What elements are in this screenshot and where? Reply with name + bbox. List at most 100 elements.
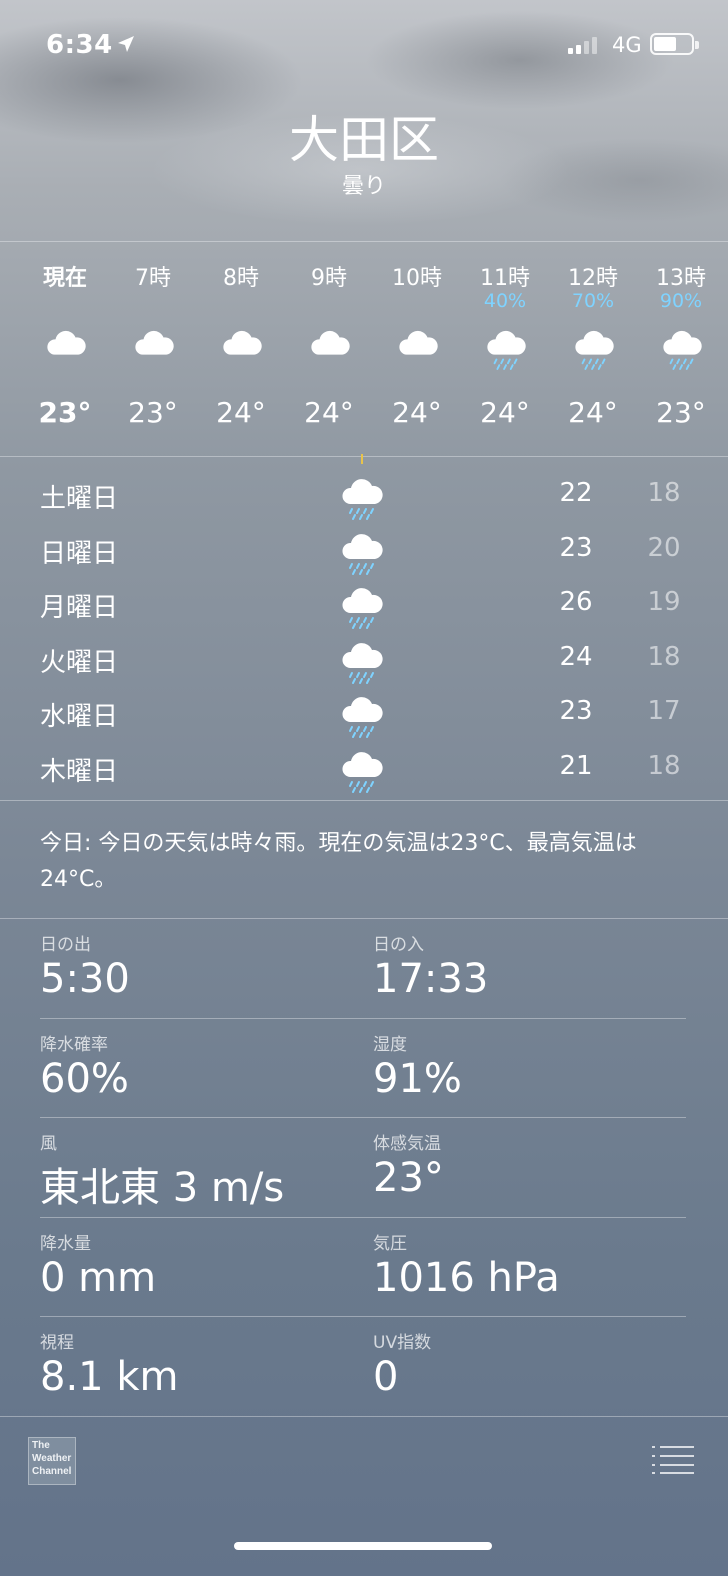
cloud-rain-icon [575, 330, 614, 370]
divider [0, 456, 728, 457]
hour-precip-chance: 70% [571, 290, 615, 312]
cloud-rain-icon [342, 533, 383, 575]
cellular-signal-icon [568, 36, 597, 54]
hour-temp: 24° [480, 396, 530, 429]
detail-cell: 湿度 91% [373, 1026, 693, 1124]
detail-cell: 日の入 17:33 [373, 926, 693, 1024]
city-name: 大田区 [289, 111, 439, 169]
hour-label: 現在 [42, 266, 87, 291]
network-type: 4G [612, 33, 642, 57]
daily-row: 月曜日 26 19 [0, 579, 728, 633]
day-high: 26 [559, 587, 593, 617]
detail-value: 0 [373, 1354, 399, 1400]
detail-label: 日の入 [373, 935, 424, 955]
day-low: 18 [647, 750, 681, 781]
day-low: 19 [647, 587, 681, 617]
day-high: 21 [559, 750, 593, 781]
hour-temp: 24° [216, 396, 266, 429]
day-high: 24 [559, 641, 593, 672]
hourly-forecast[interactable]: 現在 23° 7時 23° 8時 24° 9時 24° 10時 24° 11時 40% 24° 12時 70… [20, 244, 728, 456]
detail-cell: 視程 8.1 km [40, 1324, 360, 1422]
detail-value: 5:30 [40, 956, 130, 1002]
detail-label: UV指数 [373, 1333, 432, 1353]
detail-value: 1016 hPa [373, 1254, 560, 1301]
cloud-icon [399, 330, 438, 355]
detail-label: 体感気温 [373, 1134, 441, 1154]
location-arrow-icon [118, 36, 134, 52]
day-name: 月曜日 [40, 593, 119, 623]
detail-cell: 風東北東 3 m/s [40, 1125, 360, 1223]
detail-label: 降水確率 [40, 1034, 108, 1055]
day-high: 23 [559, 532, 593, 563]
hour-temp: 24° [304, 396, 354, 429]
detail-value: 91% [373, 1055, 462, 1102]
status-time: 6:34 [46, 30, 113, 60]
detail-divider [40, 1216, 686, 1218]
daily-row: 火曜日 24 18 [0, 634, 728, 688]
detail-cell: 降水量 0 mm [40, 1225, 360, 1323]
detail-value: 23° [373, 1155, 444, 1201]
current-condition: 曇り [341, 174, 386, 199]
day-name: 水曜日 [40, 702, 119, 732]
hour-temp: 23° [656, 396, 706, 429]
day-low: 17 [647, 696, 681, 726]
day-name: 火曜日 [40, 647, 119, 678]
divider [0, 241, 728, 242]
detail-divider [40, 1117, 686, 1118]
cloud-rain-icon [487, 330, 526, 370]
hour-label: 11時 [480, 266, 530, 291]
detail-label: 降水量 [40, 1233, 91, 1254]
daily-row: 木曜日 21 18 [0, 743, 728, 797]
divider [0, 800, 728, 801]
cloud-rain-icon [342, 642, 383, 684]
day-high: 22 [559, 478, 593, 508]
detail-label: 湿度 [373, 1034, 407, 1055]
hour-temp: 24° [392, 396, 442, 429]
battery-icon [650, 33, 699, 55]
cloud-rain-icon [342, 479, 383, 520]
divider [0, 1416, 728, 1417]
hour-label: 12時 [568, 266, 618, 291]
cloud-icon [311, 330, 350, 355]
detail-label: 風 [40, 1134, 57, 1154]
cloud-rain-icon [663, 330, 702, 370]
detail-value: 0 mm [40, 1254, 157, 1301]
day-name: 木曜日 [40, 756, 119, 787]
detail-label: 視程 [40, 1333, 74, 1353]
day-high: 23 [559, 696, 593, 726]
cloud-icon [135, 330, 174, 355]
hour-label: 13時 [656, 266, 706, 291]
day-low: 20 [647, 532, 681, 563]
daily-row: 土曜日 22 18 [0, 470, 728, 524]
hour-label: 10時 [392, 266, 442, 291]
detail-divider [40, 1316, 686, 1317]
weather-channel-logo[interactable]: The Weather Channel [28, 1437, 76, 1485]
detail-value: 17:33 [373, 956, 489, 1002]
detail-value: 8.1 km [40, 1354, 179, 1400]
cloud-icon [47, 330, 86, 355]
day-name: 土曜日 [40, 484, 119, 514]
cloud-rain-icon [342, 697, 383, 738]
home-indicator[interactable] [234, 1542, 492, 1550]
daily-row: 水曜日 23 17 [0, 688, 728, 742]
hour-temp: 23° [38, 396, 92, 429]
detail-value: 60% [40, 1055, 129, 1102]
hour-label: 7時 [135, 266, 171, 291]
status-bar: 6:34 4G [0, 0, 728, 92]
daily-row: 日曜日 23 20 [0, 525, 728, 579]
hour-precip-chance: 90% [659, 290, 703, 312]
list-icon[interactable] [652, 1444, 694, 1474]
detail-cell: 日の出 5:30 [40, 926, 360, 1024]
detail-cell: UV指数 0 [373, 1324, 693, 1422]
hour-temp: 23° [128, 396, 178, 429]
hour-precip-chance: 40% [483, 290, 527, 312]
detail-divider [40, 1017, 686, 1019]
detail-value: 東北東 3 m/s [40, 1165, 285, 1211]
day-low: 18 [647, 641, 681, 672]
hour-label: 8時 [223, 266, 259, 291]
today-summary: 今日: 今日の天気は時々雨。現在の気温は23°C、最高気温は24°C。 [40, 831, 637, 892]
divider [0, 918, 728, 919]
cloud-rain-icon [342, 751, 383, 793]
hour-label: 9時 [311, 266, 347, 291]
day-low: 18 [647, 478, 681, 508]
